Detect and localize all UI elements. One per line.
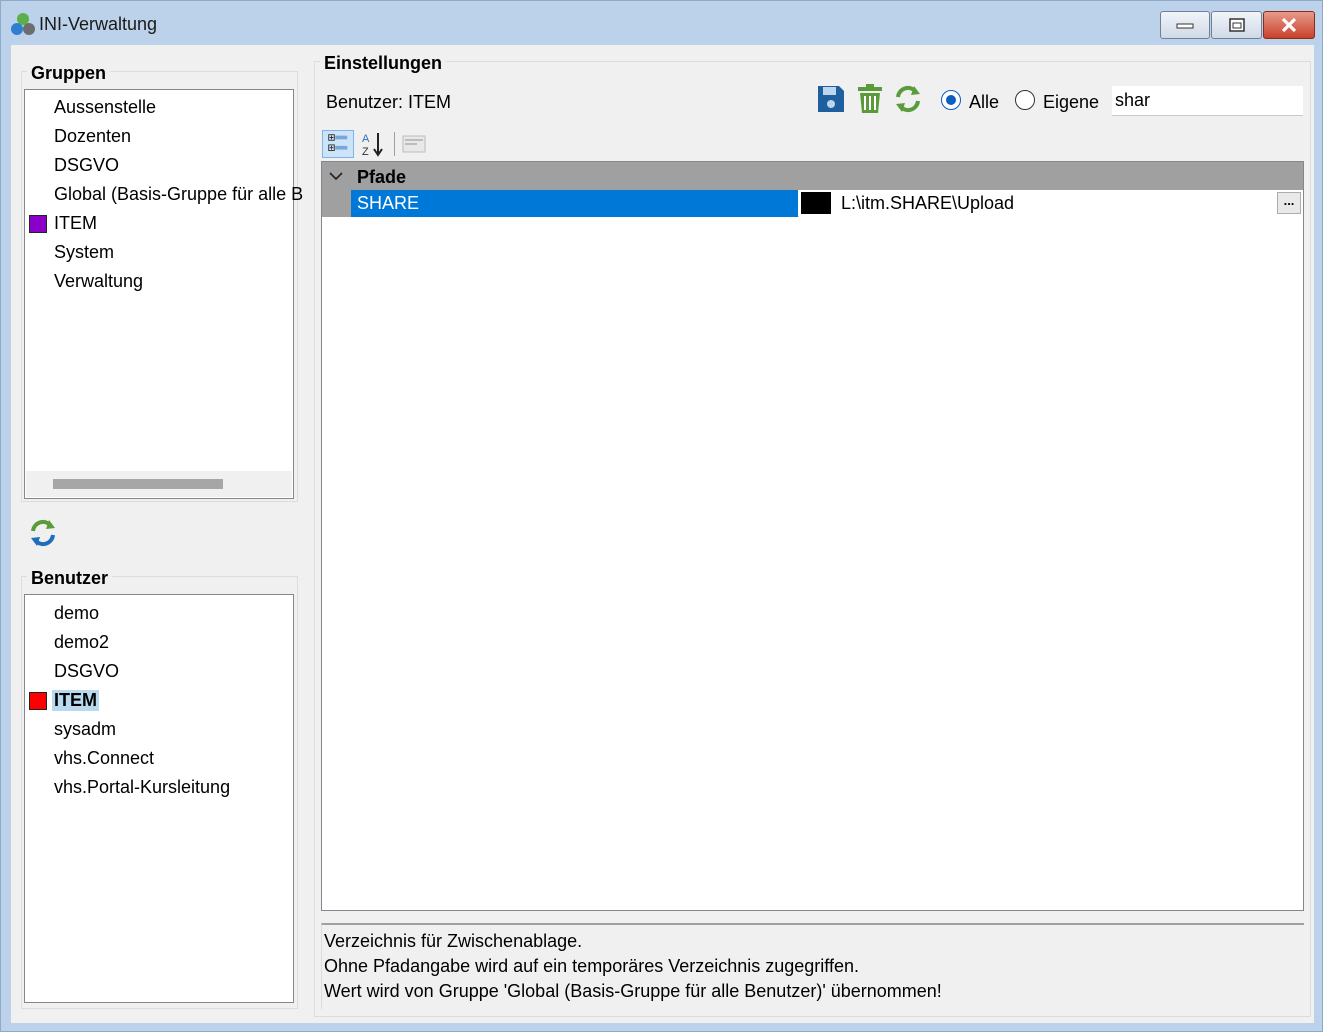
filter-own-label[interactable]: Eigene	[1043, 92, 1099, 113]
svg-text:A: A	[362, 133, 370, 145]
property-value-cell[interactable]: L:\itm.SHARE\Upload ...	[799, 190, 1303, 217]
list-item[interactable]: Global (Basis-Gruppe für alle B	[25, 181, 303, 208]
minimize-icon	[1176, 23, 1194, 29]
list-item[interactable]: vhs.Connect	[25, 745, 293, 772]
list-item[interactable]: DSGVO	[25, 658, 293, 685]
title-bar[interactable]: INI-Verwaltung	[1, 1, 1322, 45]
list-item[interactable]: Verwaltung	[25, 268, 293, 295]
list-item-label: demo2	[54, 632, 110, 652]
chevron-down-icon[interactable]	[328, 168, 344, 184]
user-color-marker	[29, 691, 47, 710]
context-label: Benutzer: ITEM	[326, 92, 452, 112]
filter-all-label[interactable]: Alle	[969, 92, 999, 113]
list-item-label: Global (Basis-Gruppe für alle B	[54, 184, 304, 204]
description-line: Wert wird von Gruppe 'Global (Basis-Grup…	[324, 981, 942, 1001]
property-gutter	[322, 190, 351, 217]
client-area: Gruppen Aussenstelle Dozenten DSGVO Glob…	[11, 45, 1314, 1023]
list-item-label: ITEM	[52, 690, 99, 711]
color-preview-swatch	[801, 192, 831, 214]
category-row[interactable]: Pfade	[322, 162, 1303, 190]
list-item-label: vhs.Portal-Kursleitung	[54, 777, 231, 797]
filter-own-radio[interactable]	[1015, 90, 1035, 110]
list-item[interactable]: demo	[25, 600, 293, 627]
property-name[interactable]: SHARE	[351, 190, 798, 217]
property-value[interactable]: L:\itm.SHARE\Upload	[841, 190, 1014, 217]
users-title: Benutzer	[27, 568, 113, 589]
list-item-label: Aussenstelle	[54, 97, 157, 117]
list-item[interactable]: System	[25, 239, 293, 266]
settings-title: Einstellungen	[320, 53, 447, 74]
list-item-label: DSGVO	[54, 155, 120, 175]
list-item[interactable]: DSGVO	[25, 152, 293, 179]
window-title: INI-Verwaltung	[39, 14, 158, 34]
list-item[interactable]: demo2	[25, 629, 293, 656]
list-item-label: demo	[54, 603, 100, 623]
browse-button[interactable]: ...	[1277, 192, 1301, 214]
list-item-label: DSGVO	[54, 661, 120, 681]
list-item[interactable]: ITEM	[25, 210, 293, 237]
property-grid[interactable]: Pfade SHARE L:\itm.SHARE\Upload ...	[321, 161, 1304, 911]
list-item-label: Dozenten	[54, 126, 132, 146]
minimize-button[interactable]	[1160, 11, 1210, 39]
groups-title: Gruppen	[27, 63, 110, 84]
filter-all-radio[interactable]	[941, 90, 961, 110]
category-label: Pfade	[357, 167, 407, 187]
save-icon[interactable]	[816, 83, 846, 115]
horizontal-scrollbar[interactable]	[26, 471, 292, 497]
list-item-selected[interactable]: ITEM	[25, 687, 293, 714]
maximize-button[interactable]	[1211, 11, 1262, 39]
app-cubes-icon	[11, 13, 35, 35]
toolbar-separator	[394, 132, 395, 156]
trash-icon[interactable]	[856, 83, 884, 115]
search-input[interactable]	[1112, 86, 1303, 116]
list-item[interactable]: Dozenten	[25, 123, 293, 150]
svg-text:Z: Z	[362, 146, 369, 158]
list-item[interactable]: Aussenstelle	[25, 94, 293, 121]
restore-icon	[1228, 18, 1245, 32]
list-item[interactable]: sysadm	[25, 716, 293, 743]
users-list[interactable]: demo demo2 DSGVO ITEM sysadm vhs.Connect…	[24, 594, 294, 1003]
list-item-label: Verwaltung	[54, 271, 144, 291]
description-line: Ohne Pfadangabe wird auf ein temporäres …	[324, 956, 859, 976]
group-color-marker	[29, 214, 47, 233]
categorized-view-icon[interactable]	[322, 130, 354, 158]
list-item-label: System	[54, 242, 115, 262]
description-panel: Verzeichnis für Zwischenablage. Ohne Pfa…	[321, 923, 1304, 1009]
alphabetical-sort-icon[interactable]: A Z	[358, 130, 390, 158]
groups-list[interactable]: Aussenstelle Dozenten DSGVO Global (Basi…	[24, 89, 303, 499]
description-line: Verzeichnis für Zwischenablage.	[324, 931, 583, 951]
refresh-groups-icon[interactable]	[27, 517, 59, 549]
property-pages-icon[interactable]	[399, 130, 431, 158]
close-button[interactable]	[1263, 11, 1315, 39]
list-item-label: sysadm	[54, 719, 117, 739]
property-row[interactable]: SHARE L:\itm.SHARE\Upload ...	[322, 190, 1303, 217]
refresh-icon[interactable]	[892, 83, 924, 115]
list-item-label: vhs.Connect	[54, 748, 155, 768]
scrollbar-thumb[interactable]	[53, 479, 223, 489]
close-icon	[1281, 17, 1297, 33]
app-window: INI-Verwaltung Gruppen Aussenstelle Doze…	[0, 0, 1323, 1032]
list-item-label: ITEM	[54, 213, 97, 233]
list-item[interactable]: vhs.Portal-Kursleitung	[25, 774, 293, 801]
